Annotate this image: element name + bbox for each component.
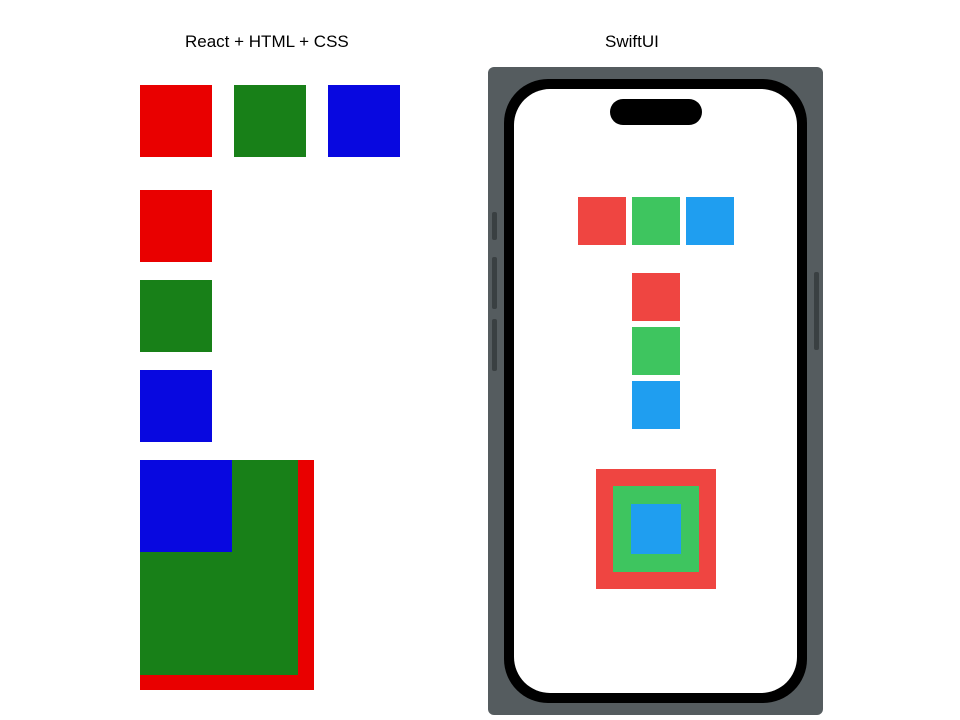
react-panel	[0, 0, 480, 720]
ios-hstack-row	[578, 197, 734, 245]
web-green-square	[140, 280, 212, 352]
web-blue-square	[328, 85, 400, 157]
phone-volume-up-button	[492, 257, 497, 309]
web-hstack-row	[140, 85, 400, 157]
phone-volume-down-button	[492, 319, 497, 371]
phone-screen	[514, 89, 797, 693]
phone-frame	[504, 79, 807, 703]
ios-red-square	[632, 273, 680, 321]
ios-green-square	[632, 327, 680, 375]
web-zstack	[140, 460, 314, 690]
web-blue-square	[140, 370, 212, 442]
phone-power-button	[814, 272, 819, 350]
phone-side-button	[492, 212, 497, 240]
ios-green-square	[632, 197, 680, 245]
ios-zstack	[596, 469, 716, 589]
web-green-square	[234, 85, 306, 157]
phone-background	[488, 67, 823, 715]
phone-dynamic-island	[610, 99, 702, 125]
swiftui-panel	[480, 0, 960, 720]
comparison-container	[0, 0, 960, 720]
ios-zstack-blue-layer	[631, 504, 681, 554]
ios-blue-square	[632, 381, 680, 429]
ios-blue-square	[686, 197, 734, 245]
web-red-square	[140, 190, 212, 262]
web-vstack-column	[140, 190, 212, 442]
ios-red-square	[578, 197, 626, 245]
ios-vstack-column	[632, 273, 680, 429]
web-zstack-blue-layer	[140, 460, 232, 552]
web-red-square	[140, 85, 212, 157]
